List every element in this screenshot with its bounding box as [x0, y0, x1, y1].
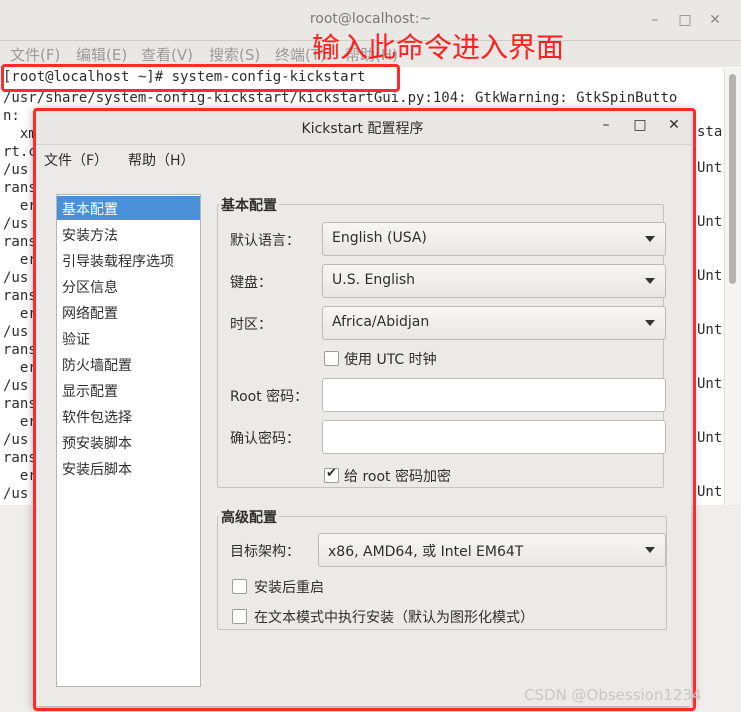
terminal-fragment: Unt [697, 430, 723, 446]
menu-search[interactable]: 搜索(S) [209, 44, 260, 65]
terminal-line: /us [3, 162, 29, 178]
terminal-line: rt.c [3, 144, 37, 160]
command-highlight-box [1, 64, 400, 92]
terminal-line: /us [3, 486, 29, 502]
terminal-title: root@localhost:~ [309, 11, 432, 27]
terminal-fragment: Unt [697, 268, 723, 284]
terminal-line: rans [3, 342, 37, 358]
terminal-line: er [3, 468, 37, 484]
terminal-fragment: Unt [697, 376, 723, 392]
terminal-fragment: sta [697, 124, 723, 140]
terminal-line: n: [3, 108, 20, 124]
terminal-line: /us [3, 378, 29, 394]
terminal-fragment: Unt [697, 214, 723, 230]
terminal-line: rans [3, 450, 37, 466]
terminal-line: er [3, 198, 37, 214]
terminal-fragment: Unt [697, 160, 723, 176]
menu-file[interactable]: 文件(F) [10, 44, 60, 65]
terminal-line: rans [3, 288, 37, 304]
terminal-line: rans [3, 396, 37, 412]
close-icon[interactable]: ✕ [707, 12, 723, 28]
minimize-icon[interactable]: – [647, 12, 663, 28]
terminal-line: /us [3, 432, 29, 448]
menu-view[interactable]: 查看(V) [141, 44, 193, 65]
terminal-line: er [3, 360, 37, 376]
terminal-line: er [3, 252, 37, 268]
terminal-line: /us [3, 270, 29, 286]
menu-edit[interactable]: 编辑(E) [76, 44, 127, 65]
dialog-highlight-box [33, 108, 696, 711]
terminal-line: rans [3, 234, 37, 250]
terminal-scrollbar[interactable] [724, 68, 741, 505]
terminal-line: er [3, 414, 37, 430]
terminal-line: xm [3, 126, 37, 142]
scrollbar-thumb[interactable] [729, 74, 736, 284]
annotation-text: 输入此命令进入界面 [312, 31, 565, 64]
terminal-line: rans [3, 180, 37, 196]
watermark: CSDN @Obsession1234 [524, 686, 702, 704]
terminal-line: /us [3, 216, 29, 232]
terminal-fragment: Unt [697, 484, 723, 500]
terminal-line: er [3, 306, 37, 322]
terminal-line: /usr/share/system-config-kickstart/kicks… [3, 90, 678, 106]
terminal-line: /us [3, 324, 29, 340]
terminal-fragment: Unt [697, 322, 723, 338]
maximize-icon[interactable]: □ [677, 12, 693, 28]
